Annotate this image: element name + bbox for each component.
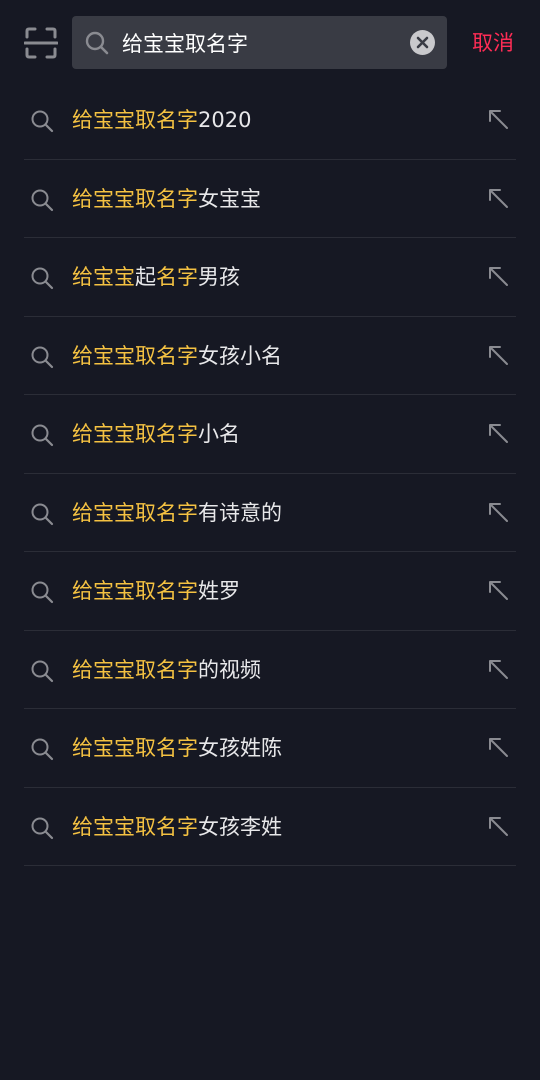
arrow-up-left-icon[interactable] [486, 421, 510, 445]
suggestion-item[interactable]: 给宝宝取名字女孩李姓 [0, 788, 540, 867]
search-icon [84, 30, 110, 56]
suggestion-match-text: 给宝宝取名字 [72, 500, 198, 525]
suggestion-completion-text: 有诗意的 [198, 500, 282, 525]
search-box[interactable] [72, 16, 447, 69]
search-icon [30, 109, 54, 133]
suggestion-item[interactable]: 给宝宝取名字小名 [0, 395, 540, 474]
suggestion-item[interactable]: 给宝宝取名字有诗意的 [0, 474, 540, 553]
clear-icon[interactable] [410, 30, 435, 55]
suggestion-list: 给宝宝取名字2020 给宝宝取名字女宝宝 给宝宝起名字男孩 给宝宝取名字女孩小名 给宝宝… [0, 81, 540, 866]
suggestion-item[interactable]: 给宝宝取名字2020 [0, 81, 540, 160]
suggestion-completion-text: 的视频 [198, 657, 261, 682]
arrow-up-left-icon[interactable] [486, 107, 510, 131]
search-icon [30, 737, 54, 761]
search-icon [30, 580, 54, 604]
search-icon [30, 816, 54, 840]
suggestion-match-text: 给宝宝取名字 [72, 422, 198, 446]
arrow-up-left-icon[interactable] [486, 657, 510, 681]
search-icon [30, 345, 54, 369]
suggestion-match-text: 给宝宝取名字 [72, 579, 198, 603]
suggestion-text: 给宝宝取名字女孩小名 [72, 317, 282, 396]
suggestion-item[interactable]: 给宝宝取名字姓罗 [0, 552, 540, 631]
search-icon [30, 502, 54, 526]
suggestion-item[interactable]: 给宝宝取名字女孩姓陈 [0, 709, 540, 788]
suggestion-match-text: 给宝宝取名字 [72, 343, 198, 368]
suggestion-match-text: 给宝宝取名字 [72, 186, 198, 211]
search-icon [30, 423, 54, 447]
search-icon [30, 659, 54, 683]
suggestion-item[interactable]: 给宝宝取名字女宝宝 [0, 160, 540, 239]
search-header: 取消 [0, 0, 540, 84]
search-suggestion-page: 取消 给宝宝取名字2020给宝宝取名字女宝宝给宝宝起名字男孩给宝宝取名字女孩小名… [0, 0, 540, 1080]
arrow-up-left-icon[interactable] [486, 814, 510, 838]
suggestion-text: 给宝宝起名字男孩 [72, 238, 240, 317]
arrow-up-left-icon[interactable] [486, 186, 510, 210]
suggestion-text: 给宝宝取名字小名 [72, 395, 240, 474]
search-input[interactable] [122, 16, 402, 69]
suggestion-text: 给宝宝取名字女宝宝 [72, 160, 261, 239]
arrow-up-left-icon[interactable] [486, 578, 510, 602]
suggestion-match-text: 给宝宝 [72, 265, 135, 289]
suggestion-completion-text: 小名 [198, 422, 240, 446]
suggestion-item[interactable]: 给宝宝取名字的视频 [0, 631, 540, 710]
suggestion-completion-text: 女宝宝 [198, 186, 261, 211]
cancel-button[interactable]: 取消 [472, 28, 514, 58]
suggestion-match-text: 给宝宝取名字 [72, 736, 198, 760]
suggestion-match-text: 名字 [156, 265, 198, 289]
suggestion-completion-text: 起 [135, 265, 156, 289]
search-icon [30, 188, 54, 212]
arrow-up-left-icon[interactable] [486, 264, 510, 288]
suggestion-completion-text: 姓罗 [198, 579, 240, 603]
suggestion-completion-text: 女孩小名 [198, 343, 282, 368]
suggestion-match-text: 给宝宝取名字 [72, 108, 198, 132]
suggestion-text: 给宝宝取名字2020 [72, 81, 251, 160]
suggestion-item[interactable]: 给宝宝取名字女孩小名 [0, 317, 540, 396]
suggestion-text: 给宝宝取名字女孩李姓 [72, 788, 282, 867]
suggestion-match-text: 给宝宝取名字 [72, 657, 198, 682]
arrow-up-left-icon[interactable] [486, 343, 510, 367]
arrow-up-left-icon[interactable] [486, 500, 510, 524]
suggestion-text: 给宝宝取名字女孩姓陈 [72, 709, 282, 788]
suggestion-completion-text: 女孩李姓 [198, 814, 282, 839]
suggestion-item[interactable]: 给宝宝起名字男孩 [0, 238, 540, 317]
suggestion-text: 给宝宝取名字的视频 [72, 631, 261, 710]
suggestion-text: 给宝宝取名字姓罗 [72, 552, 240, 631]
suggestion-text: 给宝宝取名字有诗意的 [72, 474, 282, 553]
suggestion-completion-text: 2020 [198, 108, 252, 132]
suggestion-completion-text: 女孩姓陈 [198, 736, 282, 760]
search-icon [30, 266, 54, 290]
arrow-up-left-icon[interactable] [486, 735, 510, 759]
scan-icon[interactable] [23, 26, 59, 60]
suggestion-completion-text: 男孩 [198, 265, 240, 289]
suggestion-match-text: 给宝宝取名字 [72, 814, 198, 839]
